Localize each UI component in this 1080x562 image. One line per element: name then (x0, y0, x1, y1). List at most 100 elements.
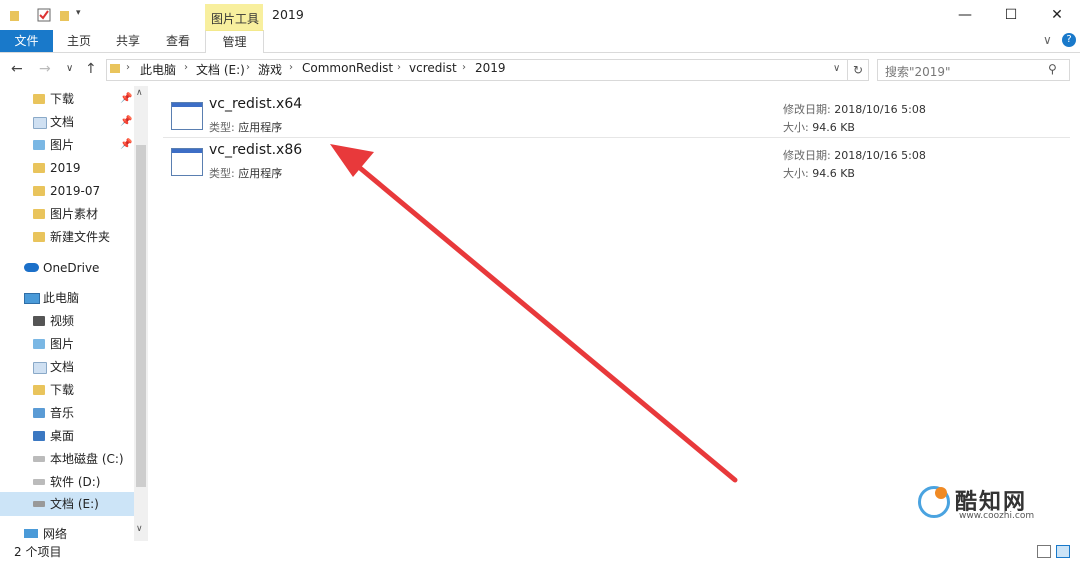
properties-icon[interactable] (37, 8, 51, 22)
document-icon (33, 117, 47, 129)
document-icon (33, 362, 47, 374)
close-button[interactable]: ✕ (1034, 0, 1080, 30)
large-icons-view-icon[interactable] (1056, 545, 1070, 558)
tab-home[interactable]: 主页 (60, 30, 98, 52)
file-date: 修改日期: 2018/10/16 5:08 (783, 103, 926, 116)
folder-icon (109, 62, 121, 74)
pin-icon[interactable]: 📌 (120, 88, 132, 110)
video-icon (33, 316, 45, 326)
file-item[interactable]: vc_redist.x64 类型: 应用程序 修改日期: 2018/10/16 … (163, 94, 1070, 138)
computer-icon (24, 293, 40, 304)
watermark-url: www.coozhi.com (959, 511, 1035, 521)
tab-view[interactable]: 查看 (159, 30, 197, 52)
nav-item-pc-pictures[interactable]: 图片 (31, 333, 134, 355)
music-icon (33, 408, 45, 418)
nav-item-pictures[interactable]: 图片 📌 (31, 134, 134, 156)
search-placeholder: 搜索"2019" (885, 65, 951, 79)
nav-item-new-folder[interactable]: 新建文件夹 (31, 226, 134, 248)
back-icon[interactable]: ← (11, 61, 23, 77)
folder-icon (33, 186, 45, 196)
pin-icon[interactable]: 📌 (120, 111, 132, 133)
desktop-icon (33, 431, 45, 441)
drive-c-icon (33, 456, 45, 462)
new-folder-icon[interactable] (58, 8, 72, 22)
file-size: 大小: 94.6 KB (783, 121, 855, 134)
picture-icon (33, 140, 45, 150)
nav-item-desktop[interactable]: 桌面 (31, 425, 134, 447)
nav-item-pc-downloads[interactable]: 下载 (31, 379, 134, 401)
breadcrumb-separator[interactable]: › (126, 62, 130, 73)
tab-share[interactable]: 共享 (109, 30, 147, 52)
nav-item-drive-c[interactable]: 本地磁盘 (C:) (31, 448, 134, 470)
search-icon[interactable]: ⚲ (1048, 62, 1057, 76)
breadcrumb-commonredist[interactable]: CommonRedist (302, 61, 393, 75)
breadcrumb-this-pc[interactable]: 此电脑 (140, 61, 176, 78)
folder-icon (33, 232, 45, 242)
forward-icon[interactable]: → (39, 61, 51, 77)
picture-tools-context-tab: 图片工具 (205, 4, 263, 30)
nav-item-2019-07[interactable]: 2019-07 (31, 180, 134, 202)
tab-manage[interactable]: 管理 (205, 30, 264, 53)
customize-quick-access-icon[interactable]: ▾ (76, 8, 90, 22)
network-icon (24, 529, 38, 538)
up-icon[interactable]: ↑ (85, 61, 97, 77)
nav-item-downloads[interactable]: 下载 📌 (31, 88, 134, 110)
drive-icon (33, 479, 45, 485)
recent-locations-icon[interactable]: ∨ (66, 63, 73, 74)
details-view-icon[interactable] (1037, 545, 1051, 558)
nav-item-videos[interactable]: 视频 (31, 310, 134, 332)
scroll-down-icon[interactable]: ∨ (136, 524, 143, 534)
collapse-ribbon-icon[interactable]: ∨ (1043, 33, 1052, 47)
ribbon-tabs: 文件 主页 共享 查看 管理 ∨ ? (0, 30, 1080, 53)
breadcrumb-drive-e[interactable]: 文档 (E:) (196, 61, 245, 78)
search-input[interactable]: 搜索"2019" (877, 59, 1070, 81)
file-size: 大小: 94.6 KB (783, 167, 855, 180)
nav-item-music[interactable]: 音乐 (31, 402, 134, 424)
breadcrumb-separator[interactable]: › (246, 62, 250, 73)
breadcrumb-games[interactable]: 游戏 (258, 61, 282, 78)
breadcrumb-separator[interactable]: › (184, 62, 188, 73)
drive-icon (33, 501, 45, 507)
refresh-button[interactable]: ↻ (848, 59, 869, 81)
application-icon (171, 102, 203, 130)
file-name: vc_redist.x86 (209, 142, 303, 158)
item-count: 2 个项目 (14, 545, 62, 559)
file-date: 修改日期: 2018/10/16 5:08 (783, 149, 926, 162)
maximize-button[interactable]: ☐ (988, 0, 1034, 30)
breadcrumb-vcredist[interactable]: vcredist (409, 61, 457, 75)
address-dropdown-icon[interactable]: ∨ (833, 63, 840, 74)
nav-item-documents[interactable]: 文档 📌 (31, 111, 134, 133)
download-icon (33, 385, 45, 395)
scrollbar-thumb[interactable] (136, 145, 146, 487)
nav-item-drive-d[interactable]: 软件 (D:) (31, 471, 134, 493)
breadcrumb-separator[interactable]: › (397, 62, 401, 73)
nav-item-drive-e[interactable]: 文档 (E:) (0, 492, 134, 516)
title-bar: ▾ 图片工具 2019 — ☐ ✕ (0, 0, 1080, 30)
breadcrumb-separator[interactable]: › (289, 62, 293, 73)
folder-icon[interactable] (8, 8, 22, 22)
nav-item-pc-documents[interactable]: 文档 (31, 356, 134, 378)
breadcrumb-separator[interactable]: › (462, 62, 466, 73)
picture-icon (33, 339, 45, 349)
nav-item-onedrive[interactable]: OneDrive (24, 257, 134, 279)
file-type: 类型: 应用程序 (209, 121, 283, 134)
cloud-icon (24, 263, 39, 272)
window-title: 2019 (272, 7, 304, 22)
nav-item-2019[interactable]: 2019 (31, 157, 134, 179)
folder-icon (33, 209, 45, 219)
file-type: 类型: 应用程序 (209, 167, 283, 180)
pin-icon[interactable]: 📌 (120, 134, 132, 156)
nav-item-picture-assets[interactable]: 图片素材 (31, 203, 134, 225)
nav-item-this-pc[interactable]: 此电脑 (24, 287, 134, 309)
application-icon (171, 148, 203, 176)
watermark: 酷知网 www.coozhi.com (903, 478, 1063, 526)
scroll-up-icon[interactable]: ∧ (136, 88, 143, 98)
minimize-button[interactable]: — (942, 0, 988, 30)
tab-file[interactable]: 文件 (0, 30, 53, 52)
file-name: vc_redist.x64 (209, 96, 303, 112)
help-icon[interactable]: ? (1062, 33, 1076, 47)
breadcrumb-2019[interactable]: 2019 (475, 61, 506, 75)
download-icon (33, 94, 45, 104)
navigation-pane: 下载 📌 文档 📌 图片 📌 2019 2019-07 图片素材 新建文件夹 O… (0, 86, 148, 541)
file-item[interactable]: vc_redist.x86 类型: 应用程序 修改日期: 2018/10/16 … (163, 140, 1070, 184)
